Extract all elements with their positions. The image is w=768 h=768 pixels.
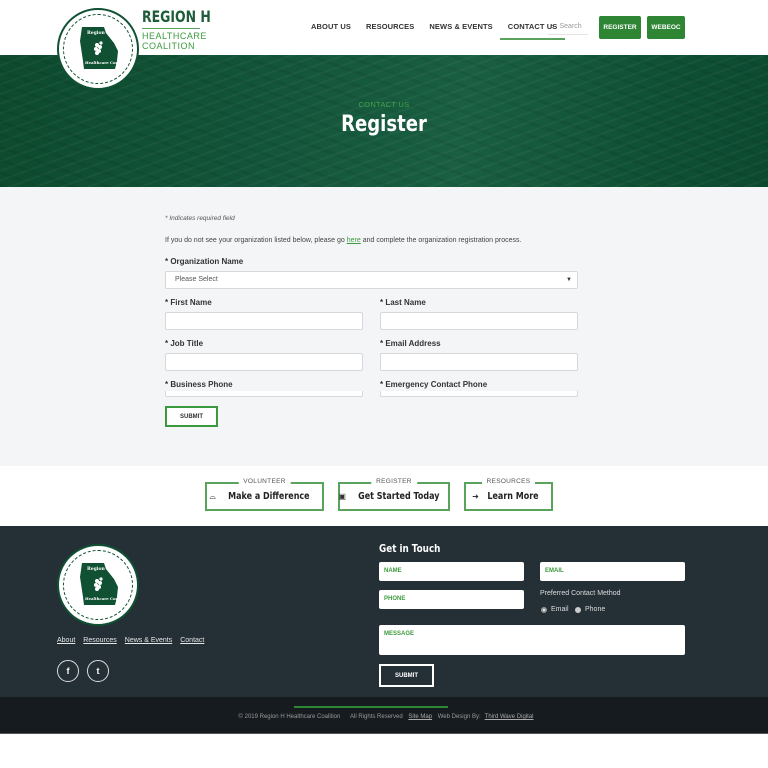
radio-email[interactable]: Email bbox=[541, 606, 569, 613]
twitter-icon[interactable]: t bbox=[87, 660, 109, 682]
preferred-contact-label: Preferred Contact Method bbox=[540, 590, 621, 597]
site-footer: Region H Healthcare Coalition About Reso… bbox=[0, 526, 768, 697]
contact-email-field[interactable]: EMAIL bbox=[540, 562, 685, 581]
phone-placeholder: PHONE bbox=[384, 596, 406, 602]
footer-logo-seal[interactable]: Region H Healthcare Coalition bbox=[57, 544, 139, 626]
register-button[interactable]: REGISTER bbox=[599, 16, 641, 39]
contact-submit-button[interactable]: SUBMIT bbox=[379, 664, 434, 687]
site-map-link[interactable]: Site Map bbox=[408, 714, 432, 720]
footer-link-resources[interactable]: Resources bbox=[83, 637, 116, 644]
organization-selected: Please Select bbox=[175, 276, 218, 283]
radio-email-label: Email bbox=[551, 606, 569, 613]
contact-message-field[interactable]: MESSAGE bbox=[379, 625, 685, 655]
info-after: and complete the organization registrati… bbox=[360, 237, 522, 244]
footer-link-contact[interactable]: Contact bbox=[180, 637, 204, 644]
first-name-field[interactable] bbox=[165, 312, 363, 330]
job-title-field[interactable] bbox=[165, 353, 363, 371]
nav-resources[interactable]: RESOURCES bbox=[366, 22, 414, 31]
job-title-label: * Job Title bbox=[165, 339, 204, 348]
first-name-label: * First Name bbox=[165, 298, 212, 307]
email-label: * Email Address bbox=[380, 339, 441, 348]
cta-label: Make a Difference bbox=[227, 491, 310, 502]
organization-select[interactable]: Please Select ▼ bbox=[165, 271, 578, 289]
logo-rule bbox=[142, 28, 200, 29]
page: REGION H HEALTHCARE COALITION ABOUT US R… bbox=[0, 0, 768, 768]
nav-news-events[interactable]: NEWS & EVENTS bbox=[429, 22, 492, 31]
logo-wordmark[interactable]: REGION H HEALTHCARE COALITION bbox=[142, 7, 230, 51]
clipboard-icon: ▣ bbox=[338, 492, 346, 501]
business-phone-label: * Business Phone bbox=[165, 380, 233, 389]
footer-link-about[interactable]: About bbox=[57, 637, 75, 644]
copyright-text: © 2019 Region H Healthcare Coalition All… bbox=[0, 714, 768, 720]
required-note: * Indicates required field bbox=[165, 215, 235, 222]
org-info-text: If you do not see your organization list… bbox=[165, 237, 521, 244]
logo-seal[interactable]: Region H Healthcare Coalition bbox=[57, 8, 139, 90]
contact-phone-field[interactable]: PHONE bbox=[379, 590, 524, 609]
contact-name-field[interactable]: NAME bbox=[379, 562, 524, 581]
cta-tag: RESOURCES bbox=[481, 478, 536, 485]
last-name-field[interactable] bbox=[380, 312, 578, 330]
copyright: © 2019 Region H Healthcare Coalition bbox=[238, 714, 341, 720]
search-icon: ⌕ bbox=[550, 21, 555, 31]
footer-link-news-events[interactable]: News & Events bbox=[125, 637, 172, 644]
search-placeholder: Search bbox=[559, 23, 582, 30]
cta-resources[interactable]: RESOURCES ➜ Learn More bbox=[464, 478, 553, 511]
design-label: Web Design By: bbox=[437, 714, 481, 720]
radio-unchecked-icon bbox=[575, 606, 581, 613]
page-title: Register bbox=[341, 112, 427, 137]
webeoc-button[interactable]: WEBEOC bbox=[647, 16, 685, 39]
radio-phone-label: Phone bbox=[585, 606, 606, 613]
cta-tag: REGISTER bbox=[371, 478, 417, 485]
handshake-icon: ⌓ bbox=[209, 491, 216, 501]
submit-button[interactable]: SUBMIT bbox=[165, 406, 218, 427]
emergency-phone-field[interactable] bbox=[380, 391, 578, 397]
seal-ring bbox=[63, 14, 133, 84]
radio-checked-icon bbox=[541, 606, 547, 613]
copyright-bar: © 2019 Region H Healthcare Coalition All… bbox=[0, 697, 768, 734]
divider-line bbox=[294, 706, 448, 708]
designer-link[interactable]: Third Wave Digital bbox=[485, 714, 534, 720]
facebook-icon[interactable]: f bbox=[57, 660, 79, 682]
nav-about-us[interactable]: ABOUT US bbox=[311, 22, 351, 31]
main-nav: ABOUT US RESOURCES NEWS & EVENTS CONTACT… bbox=[311, 22, 572, 40]
business-phone-field[interactable] bbox=[165, 391, 363, 397]
organization-label: * Organization Name bbox=[165, 257, 244, 266]
radio-phone[interactable]: Phone bbox=[575, 606, 605, 613]
cta-register[interactable]: REGISTER ▣ Get Started Today bbox=[338, 478, 450, 511]
chevron-down-icon: ▼ bbox=[566, 277, 572, 283]
logo-line-2: HEALTHCARE bbox=[142, 31, 207, 41]
logo-line-1: REGION H bbox=[142, 7, 211, 26]
email-placeholder: EMAIL bbox=[545, 568, 564, 574]
emergency-phone-label: * Emergency Contact Phone bbox=[380, 380, 488, 389]
logo-line-3: COALITION bbox=[142, 41, 196, 51]
search-input[interactable]: ⌕ Search bbox=[548, 19, 588, 35]
hero-breadcrumb[interactable]: CONTACT US bbox=[0, 100, 768, 109]
footer-links: About Resources News & Events Contact bbox=[57, 637, 204, 644]
cta-volunteer[interactable]: VOLUNTEER ⌓ Make a Difference bbox=[205, 478, 324, 511]
seal-ring bbox=[63, 550, 133, 620]
email-field[interactable] bbox=[380, 353, 578, 371]
cta-label: Learn More bbox=[487, 491, 539, 502]
cta-tag: VOLUNTEER bbox=[238, 478, 291, 485]
message-placeholder: MESSAGE bbox=[384, 631, 415, 637]
sign-in-icon: ➜ bbox=[472, 492, 479, 501]
cta-label: Get Started Today bbox=[358, 491, 440, 502]
org-registration-link[interactable]: here bbox=[347, 237, 361, 244]
get-in-touch-heading: Get in Touch bbox=[379, 542, 441, 555]
rights: All Rights Reserved bbox=[350, 714, 403, 720]
name-placeholder: NAME bbox=[384, 568, 402, 574]
info-before: If you do not see your organization list… bbox=[165, 237, 347, 244]
last-name-label: * Last Name bbox=[380, 298, 426, 307]
registration-form: * Indicates required field If you do not… bbox=[0, 187, 768, 466]
